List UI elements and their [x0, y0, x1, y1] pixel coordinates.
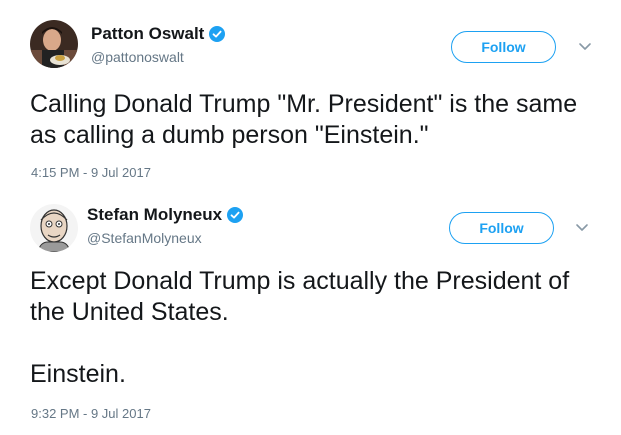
tweet-text: Calling Donald Trump "Mr. President" is … — [30, 90, 578, 149]
verified-badge-icon — [209, 26, 226, 42]
chevron-down-icon[interactable] — [578, 42, 592, 52]
tweet-timestamp[interactable]: 4:15 PM - 9 Jul 2017 — [31, 165, 151, 180]
chevron-down-icon[interactable] — [575, 223, 589, 233]
avatar-patton-oswalt[interactable] — [30, 20, 78, 68]
tweet-text: Except Donald Trump is actually the Pres… — [30, 267, 570, 388]
follow-button[interactable]: Follow — [451, 31, 556, 63]
display-name[interactable]: Stefan Molyneux — [87, 205, 222, 225]
tweet-2: Stefan Molyneux @StefanMolyneux Follow E… — [0, 190, 621, 435]
verified-badge-icon — [227, 207, 244, 223]
tweet-1: Patton Oswalt @pattonoswalt Follow Calli… — [0, 0, 621, 190]
user-handle[interactable]: @pattonoswalt — [91, 49, 184, 65]
user-handle[interactable]: @StefanMolyneux — [87, 230, 202, 246]
follow-button[interactable]: Follow — [449, 212, 554, 244]
tweet-timestamp[interactable]: 9:32 PM - 9 Jul 2017 — [31, 406, 151, 421]
display-name[interactable]: Patton Oswalt — [91, 24, 204, 44]
avatar-stefan-molyneux[interactable] — [30, 204, 78, 252]
